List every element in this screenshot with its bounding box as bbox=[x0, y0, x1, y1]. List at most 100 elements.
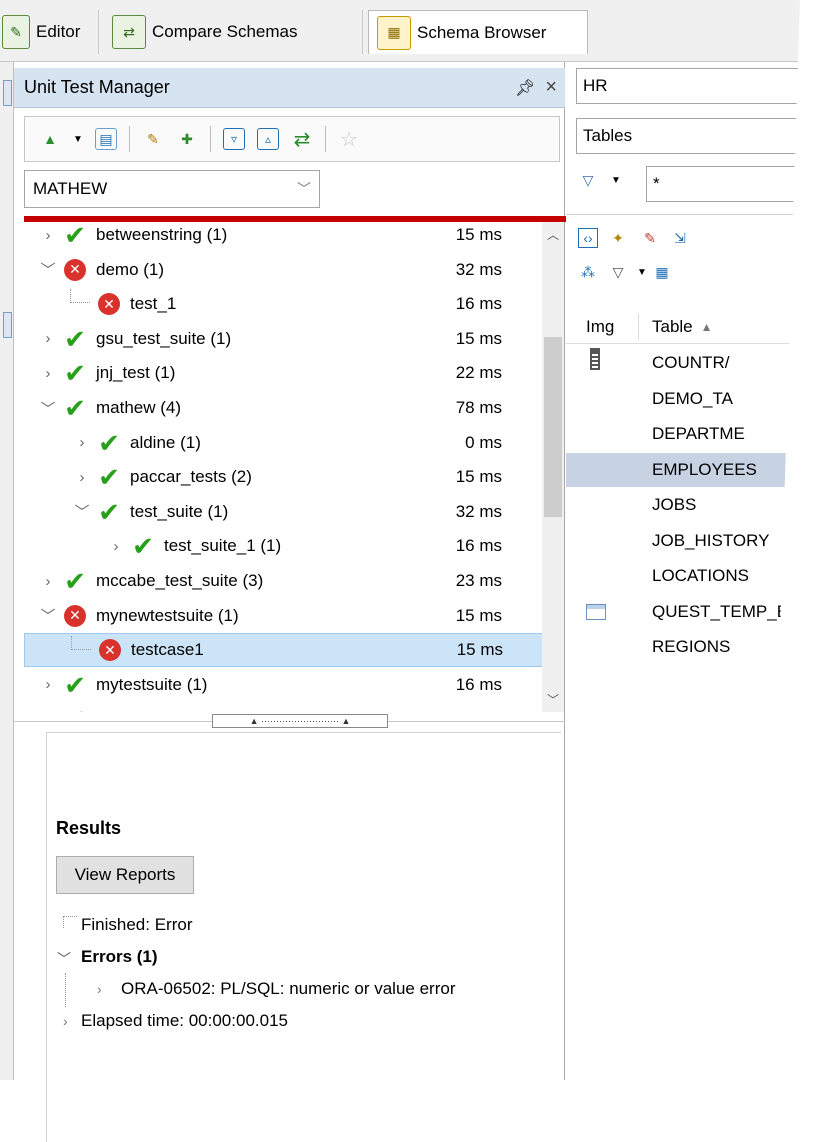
table-list-item[interactable]: QUEST_TEMP_EX bbox=[566, 595, 839, 629]
tree-row-label: betweenstring (1) bbox=[96, 225, 228, 244]
pass-check-icon: ✔ bbox=[64, 393, 86, 423]
table-list-item[interactable]: DEPARTME bbox=[566, 417, 839, 451]
funnel-icon[interactable]: ▽ bbox=[608, 262, 628, 282]
tree-row-label: gsu_test_suite (1) bbox=[96, 328, 232, 348]
filter-input[interactable]: * bbox=[646, 166, 806, 202]
pass-check-icon: ✔ bbox=[64, 323, 86, 354]
chevron-right-icon[interactable]: › bbox=[63, 1013, 68, 1029]
chevron-down-icon[interactable]: ﹀ bbox=[40, 398, 56, 419]
expand-all-icon[interactable]: ▿ bbox=[223, 128, 245, 150]
table-name: JOB_HISTORY bbox=[652, 530, 770, 550]
chevron-down-icon[interactable]: ﹀ bbox=[57, 949, 71, 969]
schema-browser-icon: ▦ bbox=[377, 15, 411, 50]
tree-row-partial[interactable]: ✔ bbox=[24, 702, 544, 712]
table-list-item[interactable]: JOB_HISTORY bbox=[566, 524, 839, 558]
tree-row[interactable]: › ✔ jnj_test (1) 22 ms bbox=[24, 356, 544, 390]
tab-editor[interactable]: ✎ Editor bbox=[0, 10, 88, 54]
table-list-item[interactable]: EMPLOYEES bbox=[566, 452, 839, 487]
table-list-item[interactable]: JOBS bbox=[566, 488, 839, 522]
chevron-right-icon[interactable]: › bbox=[74, 434, 90, 451]
chevron-down-icon[interactable]: ﹀ bbox=[40, 605, 56, 626]
utm-toolbar: ▲ ▼ ▤ ✎ ✚ ▿ ▵ ⇄ ☆ bbox=[24, 116, 560, 162]
chevron-right-icon[interactable]: › bbox=[108, 538, 124, 555]
chevron-right-icon[interactable]: › bbox=[40, 365, 56, 382]
tree-row[interactable]: › ✔ mccabe_test_suite (3) 23 ms bbox=[24, 564, 544, 598]
edit-test-icon[interactable]: ✎ bbox=[142, 128, 164, 150]
tree-row[interactable]: › ✔ betweenstring (1) 15 ms bbox=[24, 222, 544, 252]
view-reports-button[interactable]: View Reports bbox=[56, 856, 194, 894]
refresh-icon[interactable]: ⇄ bbox=[291, 128, 313, 151]
table-list-item[interactable]: REGIONS bbox=[566, 630, 839, 664]
filter-icon[interactable]: ▽ bbox=[578, 170, 598, 190]
dropdown-arrow-icon[interactable]: ▼ bbox=[606, 170, 626, 190]
chevron-down-icon[interactable]: ﹀ bbox=[40, 259, 56, 280]
tree-icon[interactable]: ⁂ bbox=[578, 262, 598, 282]
script-icon[interactable]: ‹› bbox=[578, 228, 598, 248]
tree-row-time: 23 ms bbox=[455, 571, 502, 590]
tab-schema-browser[interactable]: ▦ Schema Browser bbox=[368, 10, 588, 54]
schema-dropdown[interactable]: MATHEW ﹀ bbox=[24, 170, 320, 208]
scrollbar-thumb[interactable] bbox=[544, 337, 562, 517]
tree-row-label: demo (1) bbox=[96, 259, 165, 279]
column-img[interactable]: Img bbox=[586, 317, 614, 337]
table-list-item[interactable]: LOCATIONS bbox=[566, 559, 839, 593]
tree-row[interactable]: ✕ testcase1 15 ms bbox=[24, 633, 544, 668]
unit-test-manager-panel: Unit Test Manager 📌︎ × ▲ ▼ ▤ ✎ ✚ ▿ ▵ ⇄ ☆… bbox=[14, 62, 570, 1142]
pin-icon[interactable]: 📌︎ bbox=[515, 78, 535, 98]
pass-check-icon: ✔ bbox=[64, 566, 86, 596]
close-icon[interactable]: × bbox=[545, 76, 557, 99]
chevron-right-icon[interactable]: › bbox=[40, 573, 56, 590]
schema-combo[interactable]: HR bbox=[576, 68, 806, 104]
error-x-icon: ✕ bbox=[62, 603, 88, 629]
collapse-all-icon[interactable]: ▵ bbox=[257, 128, 279, 150]
chevron-down-icon[interactable]: ﹀ bbox=[74, 501, 90, 522]
tree-row-label: test_1 bbox=[130, 294, 177, 314]
error-x-icon: ✕ bbox=[97, 637, 123, 663]
table-name: LOCATIONS bbox=[652, 566, 749, 585]
run-tests-icon[interactable]: ▲ bbox=[39, 128, 61, 150]
tree-row[interactable]: › ✔ test_suite_1 (1) 16 ms bbox=[24, 529, 544, 563]
battery-icon bbox=[590, 348, 600, 370]
new-test-icon[interactable]: ✚ bbox=[176, 128, 198, 150]
tree-row[interactable]: › ✔ gsu_test_suite (1) 15 ms bbox=[24, 322, 544, 356]
export-icon[interactable]: ⇲ bbox=[670, 228, 690, 248]
dropdown-arrow-icon[interactable]: ▼ bbox=[73, 128, 83, 150]
tab-compare-schemas[interactable]: ⇄ Compare Schemas bbox=[104, 10, 306, 54]
tree-row[interactable]: ﹀ ✕ demo (1) 32 ms bbox=[24, 253, 544, 287]
table-name: QUEST_TEMP_EX bbox=[652, 601, 800, 621]
tree-row[interactable]: › ✔ paccar_tests (2) 15 ms bbox=[24, 460, 544, 494]
object-type-value: Tables bbox=[583, 126, 633, 145]
pass-check-icon: ✔ bbox=[132, 531, 154, 562]
report-icon[interactable]: ▤ bbox=[95, 128, 117, 150]
splitter-handle[interactable]: ▲ ·························· ▲ bbox=[212, 714, 388, 728]
tree-row-time: 22 ms bbox=[455, 363, 502, 383]
result-errors[interactable]: Errors (1) bbox=[81, 947, 158, 967]
tree-row[interactable]: ﹀ ✕ mynewtestsuite (1) 15 ms bbox=[24, 599, 544, 633]
grid-icon[interactable]: ▦ bbox=[652, 262, 672, 282]
chevron-right-icon[interactable]: › bbox=[40, 676, 56, 693]
tree-row[interactable]: › ✔ aldine (1) 0 ms bbox=[24, 426, 544, 460]
tree-row[interactable]: ﹀ ✔ mathew (4) 78 ms bbox=[24, 391, 544, 425]
wizard-icon[interactable]: ✦ bbox=[608, 228, 628, 248]
result-error-detail[interactable]: ORA-06502: PL/SQL: numeric or value erro… bbox=[121, 979, 455, 999]
tree-row[interactable]: › ✔ mytestsuite (1) 16 ms bbox=[24, 668, 544, 702]
object-type-combo[interactable]: Tables bbox=[576, 118, 806, 154]
table-name: DEMO_TA bbox=[652, 388, 733, 408]
chevron-right-icon[interactable]: › bbox=[40, 330, 56, 347]
table-list-item[interactable]: COUNTR/ bbox=[566, 346, 839, 380]
dropdown-arrow-icon[interactable]: ▼ bbox=[632, 262, 652, 282]
column-table[interactable]: Table ▲ bbox=[652, 317, 713, 337]
chevron-right-icon[interactable]: › bbox=[97, 981, 102, 997]
table-list-item[interactable]: DEMO_TA bbox=[566, 382, 839, 416]
edit-icon[interactable]: ✎ bbox=[640, 228, 660, 248]
tree-row[interactable]: ﹀ ✔ test_suite (1) 32 ms bbox=[24, 495, 544, 529]
chevron-right-icon[interactable]: › bbox=[74, 469, 90, 486]
tree-row-label: mytestsuite (1) bbox=[96, 674, 208, 694]
chevron-right-icon[interactable]: › bbox=[40, 227, 56, 244]
result-elapsed[interactable]: Elapsed time: 00:00:00.015 bbox=[81, 1011, 288, 1031]
tree-row-time: 16 ms bbox=[455, 294, 502, 314]
favorite-star-icon[interactable]: ☆ bbox=[338, 128, 360, 151]
results-pane: Results View Reports Finished: Error ﹀ E… bbox=[46, 732, 561, 1142]
table-name: DEPARTME bbox=[652, 424, 745, 443]
tree-row[interactable]: ✕ test_1 16 ms bbox=[24, 287, 544, 321]
